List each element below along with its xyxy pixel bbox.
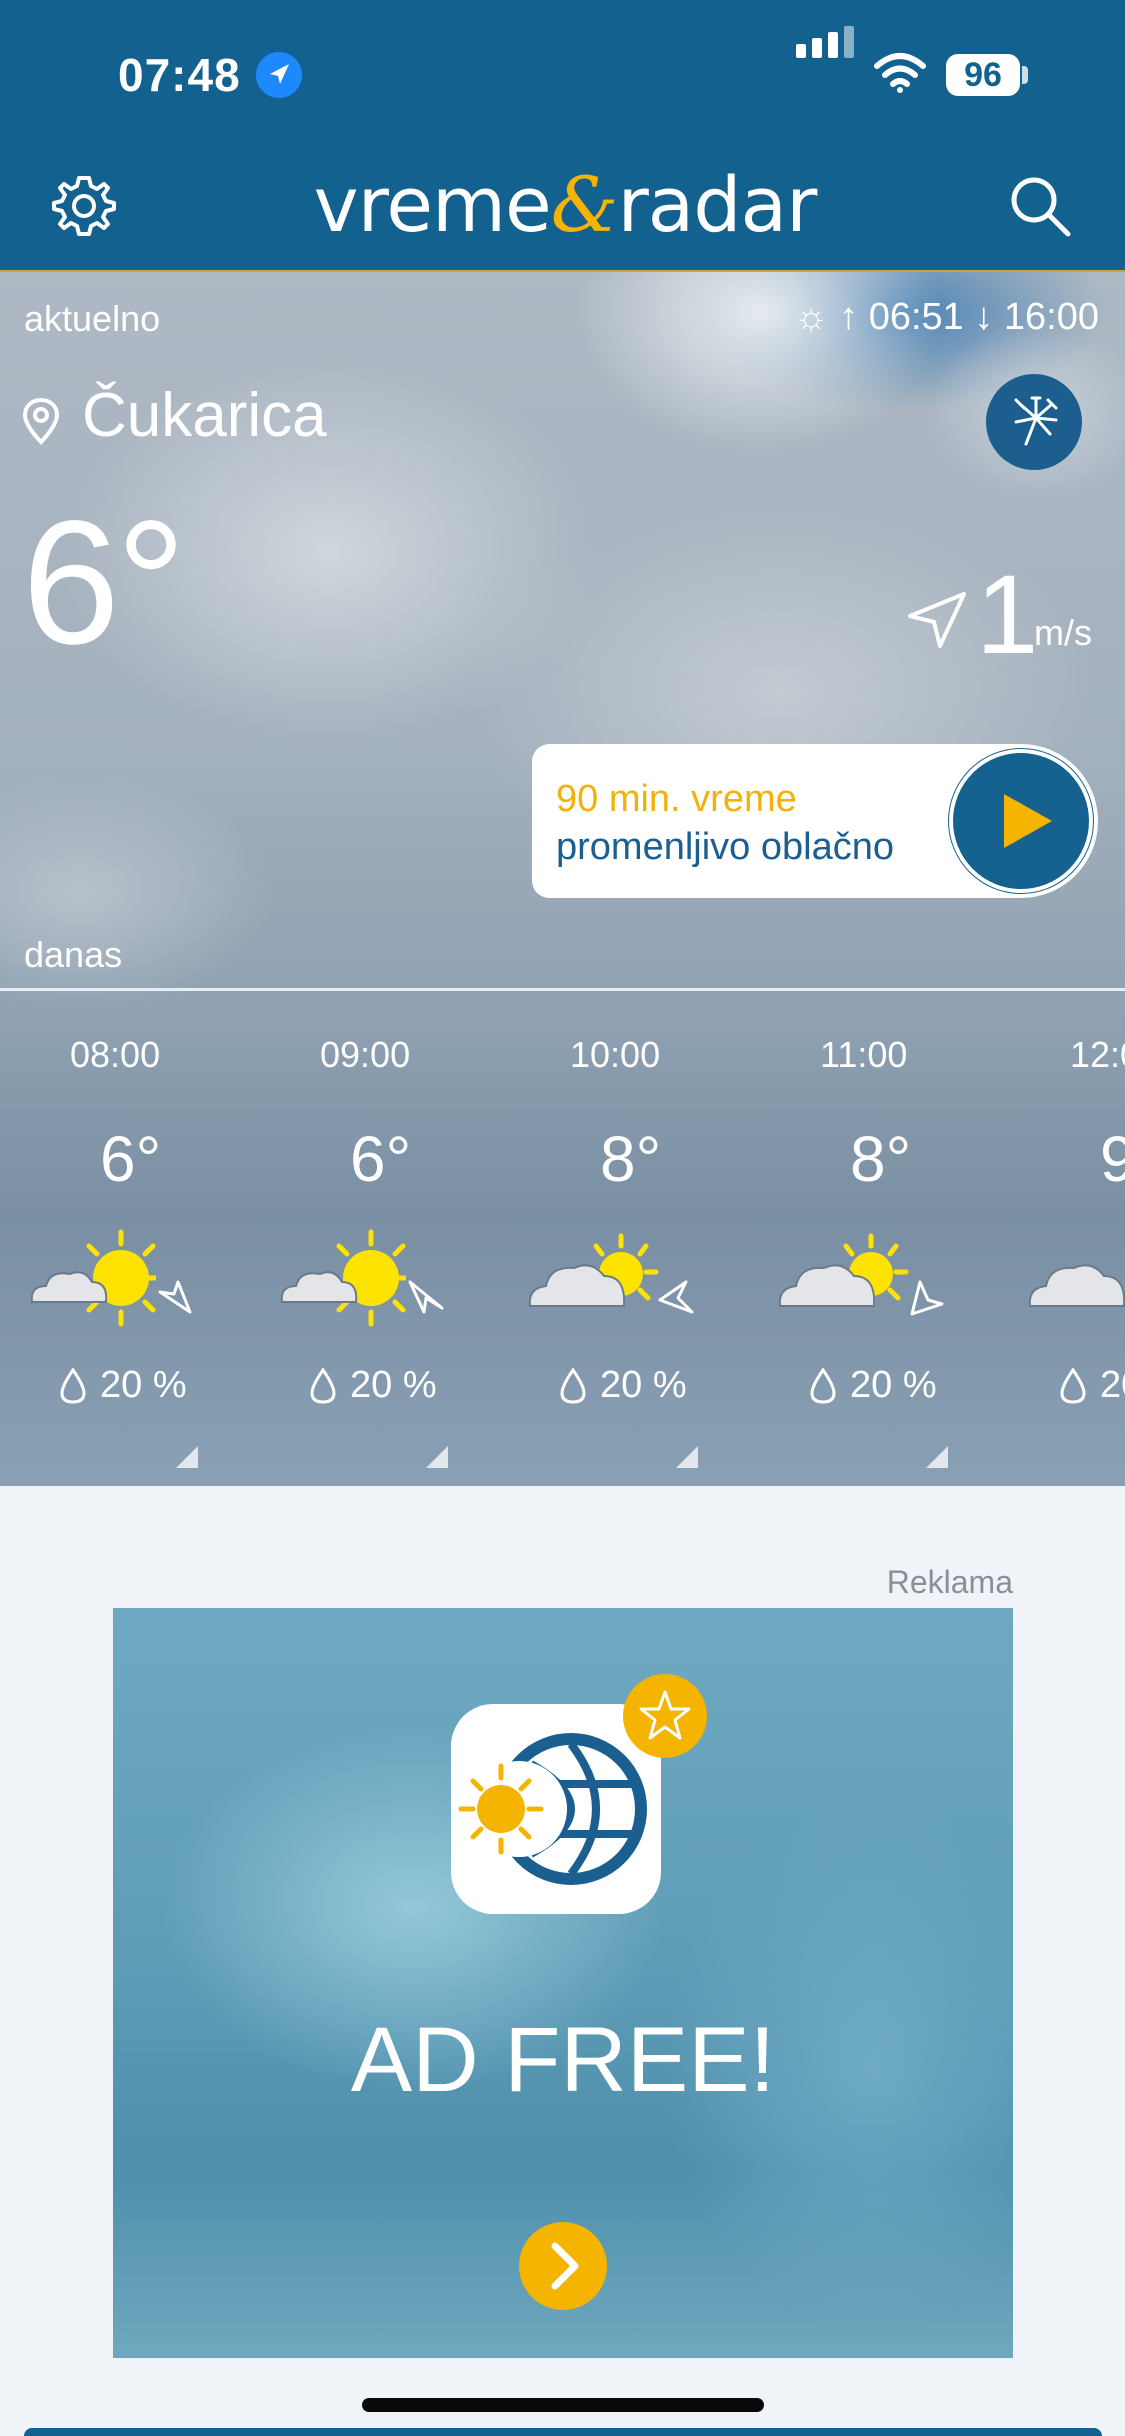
sunset-time: 16:00 <box>1003 296 1099 338</box>
sunrise-arrow-icon: ↑ <box>839 296 859 338</box>
expand-corner-icon <box>676 1446 698 1468</box>
logo-text-vreme: vreme <box>313 160 552 249</box>
precipitation-probability: 20 % <box>850 1364 937 1406</box>
wind-direction-icon <box>156 1278 196 1323</box>
hour-temperature: 6° <box>350 1123 412 1195</box>
status-time: 07:48 <box>118 49 241 101</box>
raindrop-icon <box>558 1366 588 1411</box>
nowcast-play-button[interactable] <box>948 748 1094 894</box>
hour-time: 11:00 <box>820 1034 908 1075</box>
precipitation-probability: 20 % <box>1100 1364 1125 1406</box>
wind-direction-icon <box>406 1278 446 1323</box>
battery-indicator: 96 <box>946 54 1020 96</box>
raindrop-icon <box>1058 1366 1088 1411</box>
wind-direction-icon <box>906 1278 946 1323</box>
hourly-item[interactable]: 09:00 6° 20 % <box>250 992 500 1486</box>
raindrop-icon <box>808 1366 838 1411</box>
location-name[interactable]: Čukarica <box>82 380 327 451</box>
bottom-nav-edge <box>24 2428 1102 2436</box>
logo-ampersand: & <box>550 160 619 249</box>
hour-time: 10:00 <box>570 1034 661 1075</box>
search-icon[interactable] <box>1006 172 1074 245</box>
dandelion-icon <box>1014 396 1058 446</box>
expand-corner-icon <box>426 1446 448 1468</box>
star-icon <box>623 1674 707 1758</box>
settings-gear-icon[interactable] <box>50 172 118 245</box>
app-logo: vreme&radar <box>305 160 825 249</box>
location-pin-icon <box>20 396 62 453</box>
sun-times: ☼ ↑ 06:51 ↓ 16:00 <box>794 296 1099 339</box>
sunset-arrow-icon: ↓ <box>974 296 994 338</box>
sun-behind-cloud-icon <box>26 1228 158 1333</box>
logo-text-radar: radar <box>617 160 817 249</box>
sunrise-time: 06:51 <box>868 296 964 338</box>
chevron-right-icon[interactable] <box>519 2222 607 2310</box>
location-services-icon <box>256 52 302 98</box>
hour-temperature: 8° <box>600 1123 662 1195</box>
hour-temperature: 9° <box>1100 1123 1125 1195</box>
ad-headline: AD FREE! <box>350 2009 776 2111</box>
wind-speed: 1 <box>976 552 1039 677</box>
partly-cloudy-icon <box>776 1228 916 1333</box>
nowcast-description: promenljivo oblačno <box>556 826 894 868</box>
current-temperature: 6° <box>22 485 186 681</box>
status-bar: 07:48 96 <box>0 0 1125 150</box>
sun-icon: ☼ <box>793 296 829 338</box>
raindrop-icon <box>58 1366 88 1411</box>
hourly-item[interactable]: 11:00 8° 20 % <box>750 992 1000 1486</box>
hourly-item[interactable]: 12:00 9° 20 % <box>1000 992 1125 1486</box>
home-indicator[interactable] <box>362 2398 764 2412</box>
today-label: danas <box>24 934 123 975</box>
expand-corner-icon <box>926 1446 948 1468</box>
pollen-dandelion-button[interactable] <box>986 374 1082 470</box>
ad-free-banner[interactable]: AD FREE! <box>113 1608 1013 2358</box>
hour-time: 09:00 <box>320 1034 411 1075</box>
hour-time: 12:00 <box>1070 1034 1125 1075</box>
current-label: aktuelno <box>24 298 161 339</box>
battery-tip <box>1022 66 1028 84</box>
sun-behind-cloud-icon <box>276 1228 408 1333</box>
nowcast-card[interactable]: 90 min. vreme promenljivo oblačno <box>532 744 1098 898</box>
precipitation-probability: 20 % <box>600 1364 687 1406</box>
current-weather-panel: aktuelno ☼ ↑ 06:51 ↓ 16:00 Čukarica 6° 1… <box>0 272 1125 1486</box>
hour-time: 08:00 <box>70 1034 161 1075</box>
hour-temperature: 8° <box>850 1123 912 1195</box>
partly-cloudy-icon <box>1026 1228 1125 1333</box>
play-icon <box>949 749 1093 893</box>
hourly-item[interactable]: 08:00 6° 20 % <box>0 992 250 1486</box>
divider <box>0 988 1125 991</box>
partly-cloudy-icon <box>526 1228 666 1333</box>
wind-direction-icon <box>906 588 968 655</box>
precipitation-probability: 20 % <box>100 1364 187 1406</box>
hour-temperature: 6° <box>100 1123 162 1195</box>
hourly-forecast-list[interactable]: 08:00 6° 20 % 09:00 6° 20 % 10:00 8° 20 … <box>0 992 1125 1486</box>
nowcast-title: 90 min. vreme <box>556 778 797 820</box>
wifi-icon <box>873 52 927 99</box>
expand-corner-icon <box>176 1446 198 1468</box>
hourly-item[interactable]: 10:00 8° 20 % <box>500 992 750 1486</box>
wind-unit: m/s <box>1034 612 1092 653</box>
wind-direction-icon <box>656 1278 696 1323</box>
raindrop-icon <box>308 1366 338 1411</box>
precipitation-probability: 20 % <box>350 1364 437 1406</box>
ad-section: Reklama AD FREE! <box>0 1486 1125 2436</box>
ad-label: Reklama <box>886 1564 1013 1600</box>
